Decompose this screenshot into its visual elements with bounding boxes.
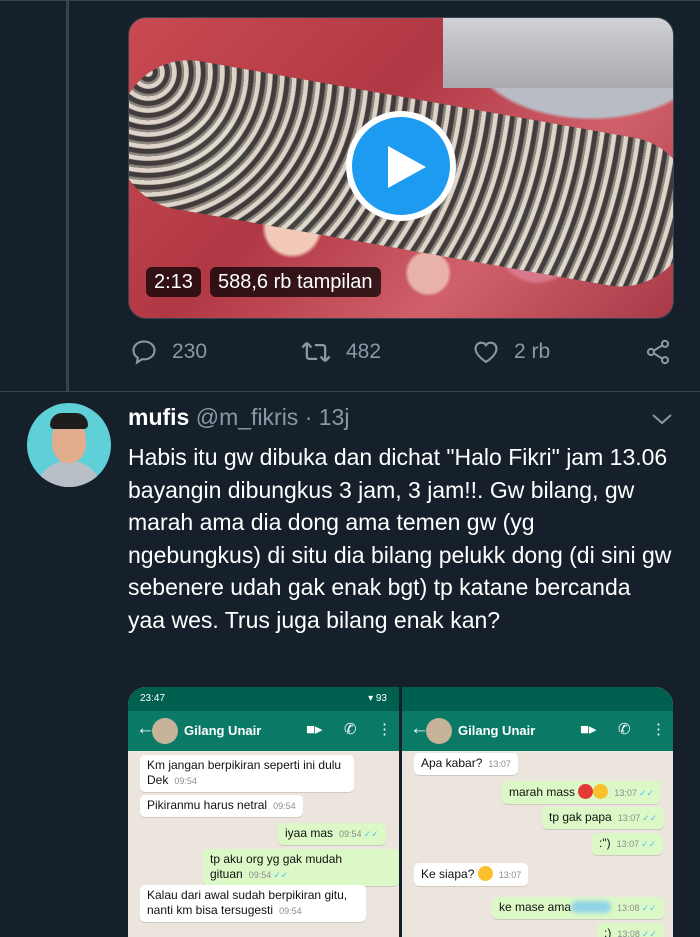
share-button[interactable]	[644, 335, 672, 369]
tweet-age[interactable]: 13j	[319, 404, 350, 430]
angry-emoji-icon	[578, 784, 594, 799]
message-bubble: :") 13:07 ✓✓	[592, 833, 664, 855]
more-vertical-icon: ⋮	[377, 721, 392, 738]
more-options-button[interactable]	[650, 409, 674, 434]
chat-area: Km jangan berpikiran seperti ini dulu De…	[128, 751, 399, 922]
retweet-button[interactable]: 482	[300, 335, 381, 369]
contact-avatar	[426, 718, 452, 744]
message-bubble: tp aku org yg gak mudah gituan 09:54 ✓✓	[203, 849, 399, 886]
message-bubble: Ke siapa? 13:07	[414, 863, 529, 886]
battery-level: 93	[375, 693, 387, 704]
tweet-header: mufis @m_fikris · 13j	[128, 404, 349, 431]
message-bubble: ke mase ama 13:08 ✓✓	[492, 897, 664, 919]
message-bubble: Apa kabar? 13:07	[414, 753, 518, 775]
video-views: 588,6 rb tampilan	[210, 267, 381, 297]
video-duration: 2:13	[146, 267, 201, 297]
attached-image-left[interactable]: 23:47 ▾ 93 ← Gilang Unair ■▸ ✆ ⋮ Km jang…	[128, 687, 399, 937]
tweet-actions: 230 482 2 rb	[0, 335, 700, 369]
retweet-count: 482	[346, 340, 382, 363]
reply-count: 230	[172, 340, 208, 363]
phone-icon: ✆	[618, 721, 631, 738]
like-count: 2 rb	[514, 340, 551, 363]
confused-emoji-icon	[477, 866, 493, 881]
video-background	[443, 18, 673, 88]
chat-header: ← Gilang Unair ■▸ ✆ ⋮	[128, 711, 399, 751]
redacted-text	[571, 901, 612, 913]
message-bubble: Pikiranmu harus netral 09:54	[140, 795, 303, 817]
chevron-down-icon	[652, 414, 672, 425]
like-icon	[474, 341, 498, 364]
author-handle[interactable]: @m_fikris	[196, 404, 299, 430]
thread-line	[66, 0, 69, 392]
chat-header: ← Gilang Unair ■▸ ✆ ⋮	[402, 711, 673, 751]
reply-button[interactable]: 230	[130, 335, 207, 369]
message-bubble: Kalau dari awal sudah berpikiran gitu, n…	[140, 885, 366, 922]
video-call-icon: ■▸	[580, 721, 597, 738]
chat-area: Apa kabar? 13:07 marah mass 13:07 ✓✓ tp ga…	[402, 751, 673, 937]
play-icon	[352, 117, 450, 215]
phone-status-bar	[402, 687, 673, 711]
message-bubble: Km jangan berpikiran seperti ini dulu De…	[140, 755, 354, 792]
phone-icon: ✆	[344, 721, 357, 738]
top-divider	[0, 0, 700, 1]
avatar[interactable]	[27, 403, 111, 487]
status-time: 23:47	[140, 693, 166, 704]
sad-emoji-icon	[593, 784, 609, 799]
attached-image-right[interactable]: ← Gilang Unair ■▸ ✆ ⋮ Apa kabar? 13:07 ma…	[402, 687, 673, 937]
contact-name: Gilang Unair	[458, 723, 536, 738]
video-call-icon: ■▸	[306, 721, 323, 738]
play-button[interactable]	[346, 111, 456, 221]
more-vertical-icon: ⋮	[651, 721, 666, 738]
contact-avatar	[152, 718, 178, 744]
message-bubble: marah mass 13:07 ✓✓	[502, 781, 661, 804]
author-name[interactable]: mufis	[128, 404, 189, 430]
retweet-icon	[301, 342, 331, 362]
share-icon	[646, 339, 670, 365]
message-bubble: :) 13:08 ✓✓	[597, 923, 664, 937]
status-icons: ▾ 93	[368, 693, 387, 704]
tweet-divider	[0, 391, 700, 392]
like-button[interactable]: 2 rb	[472, 335, 550, 369]
message-bubble: iyaa mas 09:54 ✓✓	[278, 823, 386, 845]
contact-name: Gilang Unair	[184, 723, 262, 738]
tweet-text: Habis itu gw dibuka dan dichat "Halo Fik…	[128, 444, 672, 633]
separator: ·	[304, 404, 313, 430]
phone-status-bar: 23:47 ▾ 93	[128, 687, 399, 711]
reply-icon	[132, 340, 156, 365]
message-bubble: tp gak papa 13:07 ✓✓	[542, 807, 665, 829]
